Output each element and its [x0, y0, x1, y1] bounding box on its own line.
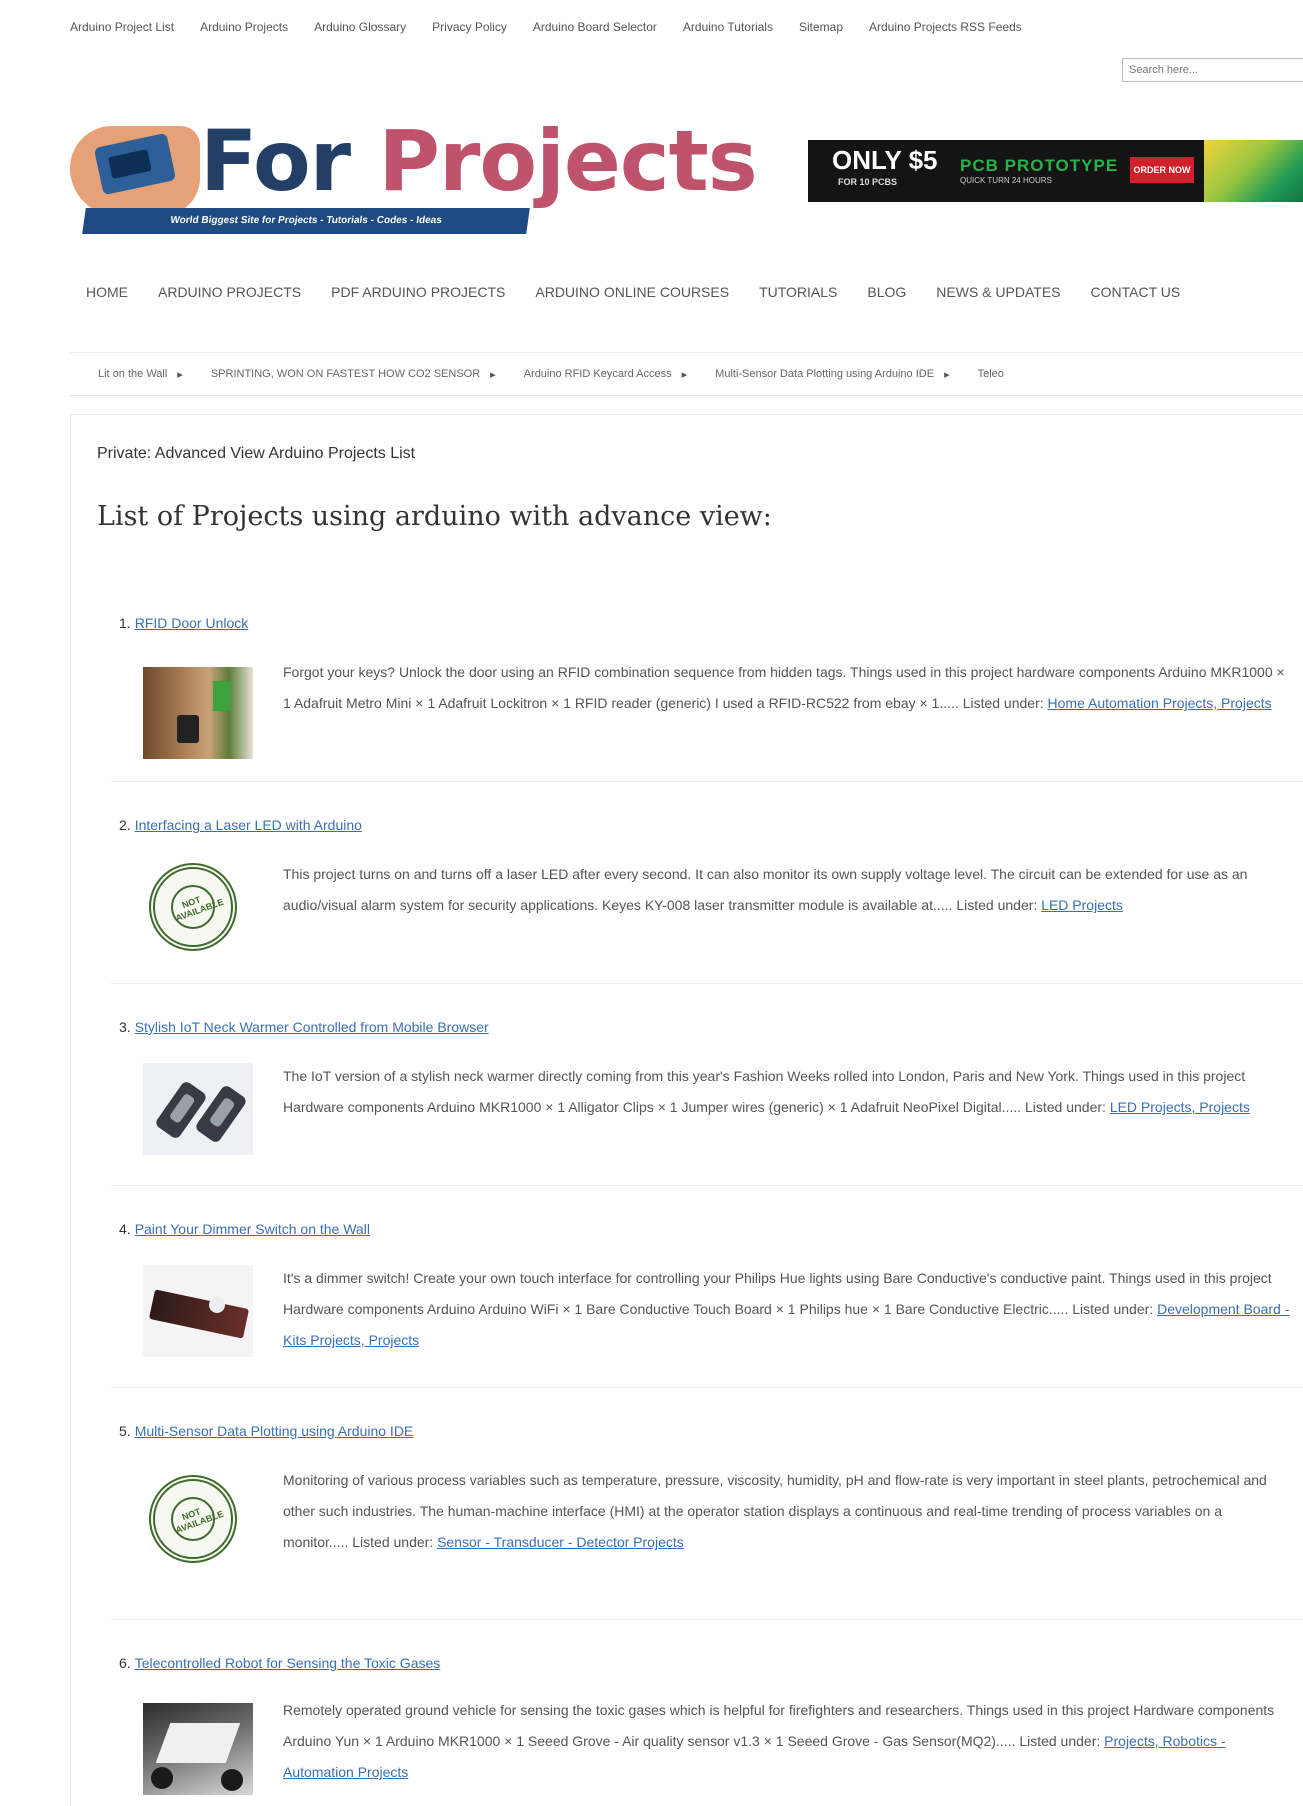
project-number: 3.	[119, 1019, 131, 1035]
banner-subline: FOR 10 PCBS	[838, 177, 898, 187]
project-number: 2.	[119, 817, 131, 833]
ticker-item[interactable]: Arduino RFID Keycard Access	[524, 368, 672, 380]
project-divider	[111, 983, 1303, 984]
project-number: 1.	[119, 615, 131, 631]
logo-tagline: World Biggest Site for Projects - Tutori…	[82, 208, 530, 234]
top-nav-link[interactable]: Arduino Project List	[70, 20, 174, 40]
project-category-link[interactable]: LED Projects, Projects	[1110, 1099, 1250, 1115]
ticker-item[interactable]: Multi-Sensor Data Plotting using Arduino…	[715, 368, 934, 380]
ticker-item[interactable]: Lit on the Wall	[98, 368, 167, 380]
project-link[interactable]: Multi-Sensor Data Plotting using Arduino…	[135, 1423, 414, 1439]
listed-under-label: Listed under:	[962, 695, 1044, 711]
project-divider	[111, 1185, 1303, 1186]
project-title: 3. Stylish IoT Neck Warmer Controlled fro…	[119, 1019, 489, 1035]
logo-word-projects: Projects	[378, 112, 757, 210]
top-nav-link[interactable]: Arduino Glossary	[314, 20, 406, 40]
main-nav: HOME ARDUINO PROJECTS PDF ARDUINO PROJEC…	[70, 272, 1303, 312]
project-description: Forgot your keys? Unlock the door using …	[283, 657, 1291, 719]
nav-item-online-courses[interactable]: ARDUINO ONLINE COURSES	[535, 284, 729, 300]
project-number: 6.	[119, 1655, 131, 1671]
project-divider	[111, 1387, 1303, 1388]
project-description: Monitoring of various process variables …	[283, 1465, 1291, 1558]
listed-under-label: Listed under:	[352, 1534, 434, 1550]
page-heading: List of Projects using arduino with adva…	[97, 501, 772, 532]
project-thumbnail[interactable]	[143, 667, 253, 759]
project-description: This project turns on and turns off a la…	[283, 859, 1291, 921]
project-category-link[interactable]: Home Automation Projects, Projects	[1048, 695, 1272, 711]
banner-brand-sub: QUICK TURN 24 HOURS	[960, 176, 1052, 185]
dimmer-knob-icon	[209, 1297, 225, 1313]
ticker-item[interactable]: Teleo	[978, 368, 1004, 380]
nav-item-pdf-arduino-projects[interactable]: PDF ARDUINO PROJECTS	[331, 284, 505, 300]
ticker-item[interactable]: SPRINTING, WON ON FASTEST HOW CO2 SENSOR	[211, 368, 480, 380]
robot-wheel-icon	[221, 1769, 243, 1791]
top-nav-link[interactable]: Arduino Board Selector	[533, 20, 657, 40]
pcb-image	[1204, 140, 1303, 202]
lock-icon	[177, 715, 199, 743]
project-category-link[interactable]: LED Projects	[1041, 897, 1123, 913]
top-nav-link[interactable]: Privacy Policy	[432, 20, 507, 40]
nav-item-contact-us[interactable]: CONTACT US	[1091, 284, 1181, 300]
project-category-link[interactable]: Sensor - Transducer - Detector Projects	[437, 1534, 684, 1550]
banner-brand: PCB PROTOTYPE	[960, 156, 1119, 175]
project-divider	[111, 1619, 1303, 1620]
top-utility-nav: Arduino Project List Arduino Projects Ar…	[70, 20, 1220, 40]
project-link[interactable]: Telecontrolled Robot for Sensing the Tox…	[135, 1655, 441, 1671]
nav-item-home[interactable]: HOME	[86, 284, 128, 300]
site-logo[interactable]: For Projects World Biggest Site for Proj…	[70, 112, 758, 238]
ticker-separator: ▸	[944, 368, 950, 381]
ticker-separator: ▸	[681, 368, 688, 381]
robot-chassis-icon	[155, 1723, 241, 1763]
top-nav-link[interactable]: Arduino Projects RSS Feeds	[869, 20, 1022, 40]
ticker-separator: ▸	[490, 368, 496, 381]
listed-under-label: Listed under:	[956, 897, 1038, 913]
listed-under-label: Listed under:	[1072, 1301, 1154, 1317]
nav-item-blog[interactable]: BLOG	[867, 284, 906, 300]
top-nav-link[interactable]: Sitemap	[799, 20, 843, 40]
project-thumbnail[interactable]	[143, 1265, 253, 1357]
ad-banner[interactable]: ONLY $5 FOR 10 PCBS PCB PROTOTYPE QUICK …	[808, 140, 1303, 202]
private-page-title: Private: Advanced View Arduino Projects …	[97, 445, 416, 462]
project-title: 5. Multi-Sensor Data Plotting using Ardui…	[119, 1423, 413, 1439]
news-ticker: Lit on the Wall ▸ SPRINTING, WON ON FAST…	[70, 352, 1303, 396]
project-description: The IoT version of a stylish neck warmer…	[283, 1061, 1291, 1123]
project-thumbnail[interactable]: NOT AVAILABLE	[143, 861, 253, 953]
banner-headline: ONLY $5	[832, 145, 938, 175]
ticker-separator: ▸	[177, 368, 183, 381]
project-link[interactable]: Stylish IoT Neck Warmer Controlled from …	[135, 1019, 489, 1035]
project-number: 5.	[119, 1423, 131, 1439]
logo-word-for: For	[200, 112, 351, 210]
content-area: Private: Advanced View Arduino Projects …	[70, 414, 1303, 1806]
robot-wheel-icon	[151, 1767, 173, 1789]
project-title: 1. RFID Door Unlock	[119, 615, 248, 631]
nav-item-arduino-projects[interactable]: ARDUINO PROJECTS	[158, 284, 301, 300]
logo-wordmark: For Projects	[200, 112, 758, 210]
project-title: 2. Interfacing a Laser LED with Arduino	[119, 817, 362, 833]
project-link[interactable]: RFID Door Unlock	[135, 615, 249, 631]
dimmer-switch-icon	[148, 1289, 250, 1339]
search-input[interactable]	[1122, 58, 1303, 82]
banner-order-button[interactable]: ORDER NOW	[1130, 157, 1194, 183]
project-description: Remotely operated ground vehicle for sen…	[283, 1695, 1291, 1788]
project-thumbnail[interactable]	[143, 1703, 253, 1795]
project-title: 4. Paint Your Dimmer Switch on the Wall	[119, 1221, 370, 1237]
nav-item-tutorials[interactable]: TUTORIALS	[759, 284, 837, 300]
project-thumbnail[interactable]: NOT AVAILABLE	[143, 1473, 253, 1565]
project-title: 6. Telecontrolled Robot for Sensing the T…	[119, 1655, 440, 1671]
project-number: 4.	[119, 1221, 131, 1237]
top-nav-link[interactable]: Arduino Tutorials	[683, 20, 773, 40]
project-description: It's a dimmer switch! Create your own to…	[283, 1263, 1291, 1356]
project-thumbnail[interactable]	[143, 1063, 253, 1155]
project-link[interactable]: Paint Your Dimmer Switch on the Wall	[135, 1221, 370, 1237]
project-link[interactable]: Interfacing a Laser LED with Arduino	[135, 817, 362, 833]
nav-item-news-updates[interactable]: NEWS & UPDATES	[936, 284, 1060, 300]
project-divider	[111, 781, 1303, 782]
listed-under-label: Listed under:	[1024, 1099, 1106, 1115]
top-nav-link[interactable]: Arduino Projects	[200, 20, 288, 40]
rfid-reader-icon	[213, 681, 231, 711]
listed-under-label: Listed under:	[1019, 1733, 1101, 1749]
